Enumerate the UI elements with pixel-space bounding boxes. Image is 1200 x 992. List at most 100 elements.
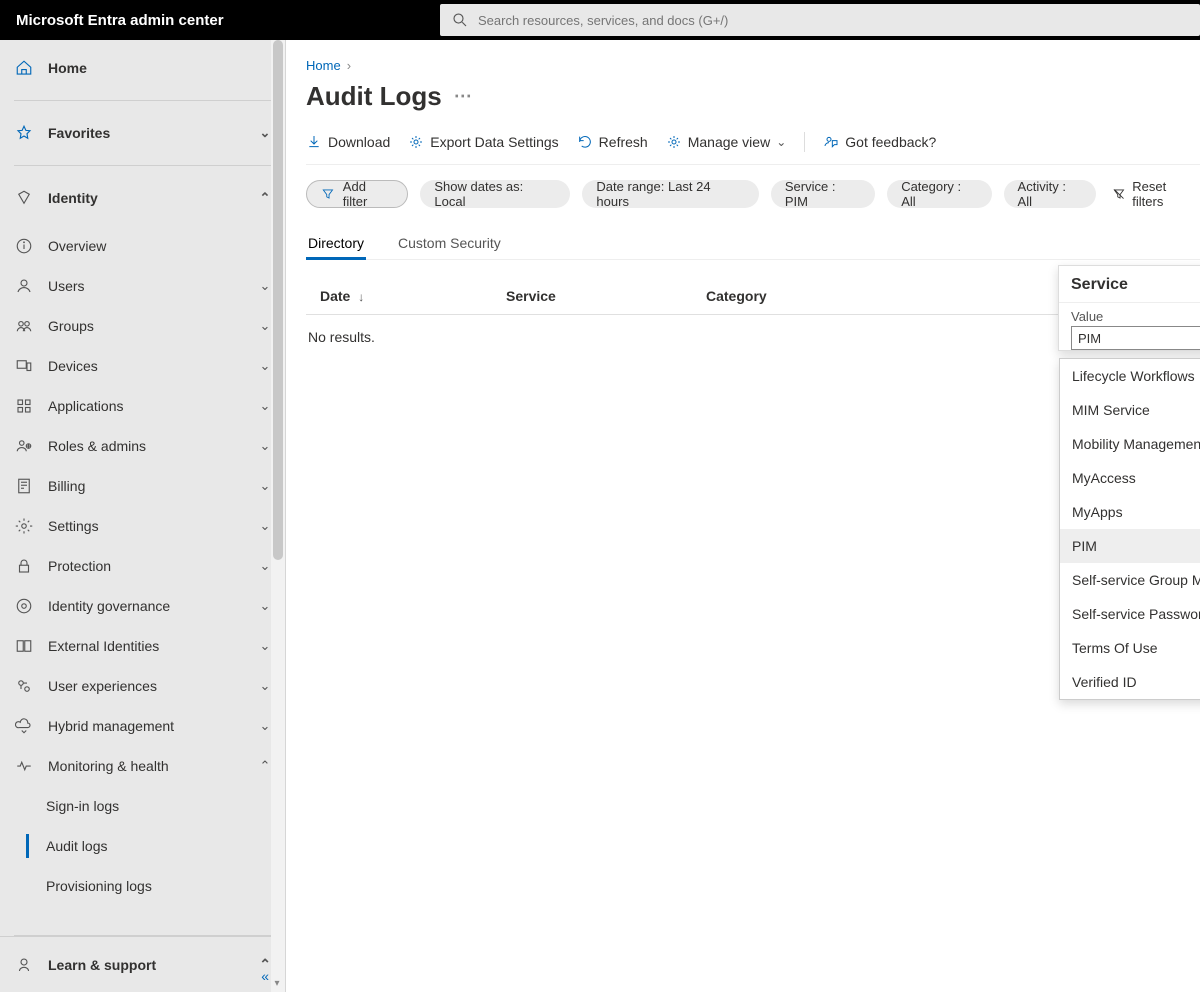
sidebar-scrollbar[interactable]: ▴ ▾: [271, 40, 285, 992]
sidebar-favorites[interactable]: Favorites ⌄: [0, 105, 285, 161]
sidebar-item-groups[interactable]: Groups ⌄: [0, 306, 285, 346]
category-chip[interactable]: Category : All: [887, 180, 991, 208]
sidebar-sub-label: Sign-in logs: [46, 798, 119, 814]
service-option[interactable]: Terms Of Use: [1060, 631, 1200, 665]
reset-icon: [1112, 187, 1126, 201]
learn-icon: [14, 955, 34, 975]
sidebar-item-ux[interactable]: User experiences ⌄: [0, 666, 285, 706]
export-label: Export Data Settings: [430, 134, 558, 150]
sidebar-item-label: Devices: [48, 358, 243, 374]
page-title: Audit Logs ⋯: [306, 81, 1200, 112]
top-bar: Microsoft Entra admin center: [0, 0, 1200, 40]
separator: [804, 132, 805, 152]
devices-icon: [14, 356, 34, 376]
star-icon: [14, 123, 34, 143]
sidebar-item-protection[interactable]: Protection ⌄: [0, 546, 285, 586]
service-option[interactable]: Verified ID: [1060, 665, 1200, 699]
service-filter-body: Value PIM ⌄: [1059, 303, 1200, 350]
sidebar-item-external[interactable]: External Identities ⌄: [0, 626, 285, 666]
sidebar-item-users[interactable]: Users ⌄: [0, 266, 285, 306]
apps-icon: [14, 396, 34, 416]
chevron-down-icon: ⌄: [776, 135, 786, 149]
separator: [14, 165, 271, 166]
sidebar-item-settings[interactable]: Settings ⌄: [0, 506, 285, 546]
manage-view-button[interactable]: Manage view ⌄: [666, 134, 787, 150]
date-range-chip[interactable]: Date range: Last 24 hours: [582, 180, 758, 208]
refresh-icon: [577, 134, 593, 150]
service-option[interactable]: Self-service Group Managem…: [1060, 563, 1200, 597]
sidebar-item-overview[interactable]: Overview: [0, 226, 285, 266]
sidebar-identity[interactable]: Identity ⌃: [0, 170, 285, 226]
sidebar-sub-audit-logs[interactable]: Audit logs: [0, 826, 285, 866]
more-icon[interactable]: ⋯: [454, 86, 472, 107]
sidebar-item-label: Groups: [48, 318, 243, 334]
sidebar-item-hybrid[interactable]: Hybrid management ⌄: [0, 706, 285, 746]
command-bar: Download Export Data Settings Refresh Ma…: [306, 132, 1200, 165]
feedback-button[interactable]: Got feedback?: [823, 134, 936, 150]
reset-filters-button[interactable]: Reset filters: [1112, 179, 1200, 209]
collapse-sidebar-icon[interactable]: «: [261, 968, 269, 984]
sidebar-item-label: Billing: [48, 478, 243, 494]
service-option[interactable]: Mobility Management: [1060, 427, 1200, 461]
info-icon: [14, 236, 34, 256]
export-button[interactable]: Export Data Settings: [408, 134, 558, 150]
col-date-label: Date: [320, 288, 350, 304]
sidebar-item-monitoring[interactable]: Monitoring & health ⌃: [0, 746, 285, 786]
service-option[interactable]: MyAccess: [1060, 461, 1200, 495]
sidebar-item-roles[interactable]: Roles & admins ⌄: [0, 426, 285, 466]
service-option[interactable]: Self-service Password Manag…: [1060, 597, 1200, 631]
add-filter-chip[interactable]: Add filter: [306, 180, 408, 208]
scroll-thumb[interactable]: [273, 40, 283, 560]
sidebar-item-applications[interactable]: Applications ⌄: [0, 386, 285, 426]
sidebar-item-devices[interactable]: Devices ⌄: [0, 346, 285, 386]
value-label: Value: [1071, 309, 1200, 324]
home-icon: [14, 58, 34, 78]
tab-directory[interactable]: Directory: [306, 229, 366, 259]
breadcrumb-home[interactable]: Home: [306, 58, 341, 73]
sidebar-home[interactable]: Home: [0, 40, 285, 96]
service-chip[interactable]: Service : PIM: [771, 180, 875, 208]
sidebar-item-label: User experiences: [48, 678, 243, 694]
scroll-down-icon[interactable]: ▾: [271, 978, 283, 990]
service-option-selected[interactable]: PIM: [1060, 529, 1200, 563]
sidebar-nav: Home Favorites ⌄ Identity ⌃ Overview Use…: [0, 40, 285, 931]
sidebar-item-label: External Identities: [48, 638, 243, 654]
breadcrumb: Home ›: [306, 58, 1200, 73]
roles-icon: [14, 436, 34, 456]
search-icon: [450, 10, 470, 30]
sidebar-sub-provisioning-logs[interactable]: Provisioning logs: [0, 866, 285, 906]
sidebar-item-governance[interactable]: Identity governance ⌄: [0, 586, 285, 626]
sidebar-sub-label: Provisioning logs: [46, 878, 152, 894]
sidebar-home-label: Home: [48, 60, 273, 76]
sidebar-learn-label: Learn & support: [48, 957, 245, 973]
service-option[interactable]: Lifecycle Workflows: [1060, 359, 1200, 393]
refresh-button[interactable]: Refresh: [577, 134, 648, 150]
sidebar-item-label: Settings: [48, 518, 243, 534]
tab-custom-security[interactable]: Custom Security: [396, 229, 503, 259]
service-option-list: Lifecycle Workflows MIM Service Mobility…: [1059, 358, 1200, 700]
service-option[interactable]: MyApps: [1060, 495, 1200, 529]
col-date[interactable]: Date ↓: [306, 278, 506, 314]
service-select-value: PIM: [1078, 331, 1101, 346]
feedback-icon: [823, 134, 839, 150]
sidebar: Home Favorites ⌄ Identity ⌃ Overview Use…: [0, 40, 286, 992]
sidebar-item-label: Users: [48, 278, 243, 294]
sidebar-learn[interactable]: Learn & support ⌃: [0, 936, 285, 992]
identity-icon: [14, 188, 34, 208]
service-option[interactable]: MIM Service: [1060, 393, 1200, 427]
col-category[interactable]: Category: [706, 278, 1046, 314]
sidebar-sub-signin-logs[interactable]: Sign-in logs: [0, 786, 285, 826]
download-button[interactable]: Download: [306, 134, 390, 150]
search-box[interactable]: [440, 4, 1200, 36]
sidebar-item-billing[interactable]: Billing ⌄: [0, 466, 285, 506]
sort-down-icon: ↓: [358, 290, 364, 304]
main-content: Home › Audit Logs ⋯ Download Export Data…: [286, 40, 1200, 992]
sidebar-item-label: Overview: [48, 238, 273, 254]
service-select[interactable]: PIM ⌄: [1071, 326, 1200, 350]
search-input[interactable]: [478, 13, 1190, 28]
sidebar-item-label: Applications: [48, 398, 243, 414]
show-dates-chip[interactable]: Show dates as: Local: [420, 180, 570, 208]
sidebar-item-label: Identity governance: [48, 598, 243, 614]
col-service[interactable]: Service: [506, 278, 706, 314]
activity-chip[interactable]: Activity : All: [1004, 180, 1097, 208]
